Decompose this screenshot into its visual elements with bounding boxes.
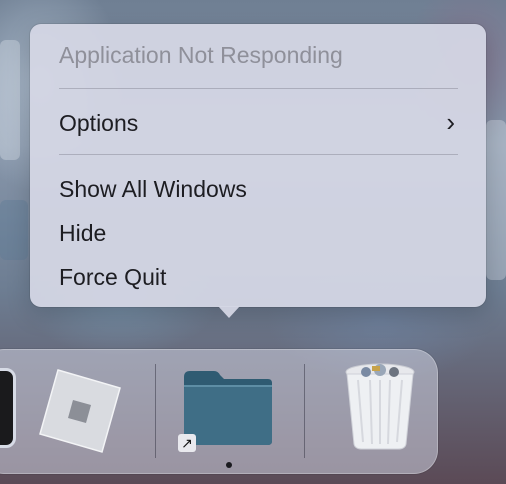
dock-divider [155,364,156,458]
roblox-icon[interactable] [36,368,122,454]
wallpaper-decoration [486,120,506,280]
dark-app-icon[interactable] [0,368,16,448]
menu-item-options[interactable]: Options › [59,105,459,141]
dock-divider [304,364,305,458]
menu-item-label: Force Quit [59,264,167,290]
alias-arrow-icon: ↗ [178,434,196,452]
menu-item-show-all-windows[interactable]: Show All Windows [59,171,459,207]
menu-item-label: Show All Windows [59,176,247,202]
menu-item-force-quit[interactable]: Force Quit [59,259,459,295]
menu-item-label: Options [59,110,139,136]
menu-separator [59,154,458,155]
menu-pointer [218,306,240,318]
menu-separator [59,88,458,89]
trash-icon[interactable] [344,362,416,450]
running-indicator [226,462,232,468]
menu-item-hide[interactable]: Hide [59,215,459,251]
wallpaper-decoration [0,40,20,160]
app-context-menu: Application Not Responding Options › Sho… [30,24,486,307]
menu-item-label: Hide [59,220,107,246]
menu-title: Application Not Responding [59,42,343,68]
wallpaper-decoration [0,200,28,260]
chevron-right-icon: › [446,107,455,137]
